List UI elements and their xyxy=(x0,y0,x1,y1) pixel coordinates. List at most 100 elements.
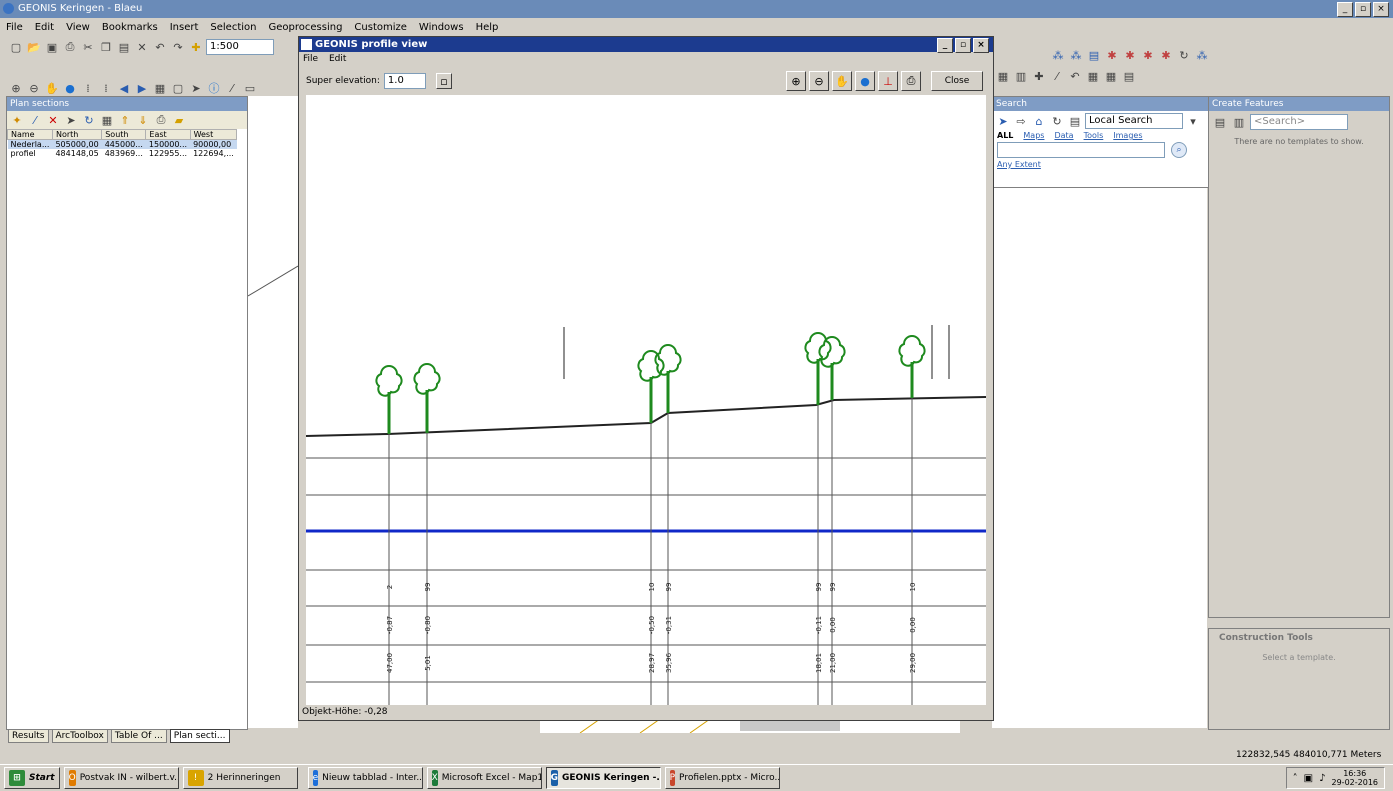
clock-date[interactable]: 29-02-2016 xyxy=(1332,778,1379,787)
editor-tool-icon[interactable]: ✱ xyxy=(1140,47,1156,63)
back-icon[interactable]: ➤ xyxy=(995,113,1011,129)
col-name[interactable]: Name xyxy=(7,129,53,140)
editor-tool-icon[interactable]: ⁂ xyxy=(1068,47,1084,63)
menu-insert[interactable]: Insert xyxy=(164,22,205,33)
axis-icon[interactable]: ⊥ xyxy=(878,71,898,91)
editor-tool-icon[interactable]: ⁂ xyxy=(1194,47,1210,63)
map-view-right[interactable] xyxy=(992,185,1207,728)
close-dialog-button[interactable]: Close xyxy=(931,71,983,91)
col-west[interactable]: West xyxy=(189,129,238,140)
menu-edit[interactable]: Edit xyxy=(29,22,60,33)
filter-images[interactable]: Images xyxy=(1113,131,1142,140)
open-icon[interactable]: 📂 xyxy=(26,39,42,55)
task-outlook[interactable]: O Postvak IN - wilbert.v... xyxy=(63,767,179,789)
super-elevation-input[interactable]: 1.0 xyxy=(383,73,426,89)
menu-windows[interactable]: Windows xyxy=(413,22,470,33)
full-extent-icon[interactable]: ● xyxy=(62,80,78,96)
minimize-button[interactable]: _ xyxy=(1337,2,1353,17)
filter-tools[interactable]: Tools xyxy=(1084,131,1104,140)
paste-icon[interactable]: ▤ xyxy=(116,39,132,55)
zoom-in-icon[interactable]: ⊕ xyxy=(8,80,24,96)
refresh-icon[interactable]: ↻ xyxy=(81,112,97,128)
editor-tool-icon[interactable]: ⁂ xyxy=(1050,47,1066,63)
apply-elevation-button[interactable]: ▫ xyxy=(435,73,452,89)
filter-maps[interactable]: Maps xyxy=(1023,131,1044,140)
undo-icon[interactable]: ↶ xyxy=(152,39,168,55)
zoom-out-icon[interactable]: ⊖ xyxy=(26,80,42,96)
new-section-icon[interactable]: ✦ xyxy=(9,112,25,128)
editor-tool-icon[interactable]: ↻ xyxy=(1176,47,1192,63)
forward-icon[interactable]: ▶ xyxy=(134,80,150,96)
delete-icon[interactable]: ✕ xyxy=(134,39,150,55)
refresh-icon[interactable]: ↻ xyxy=(1049,113,1065,129)
editor-tool-icon[interactable]: ✱ xyxy=(1158,47,1174,63)
save-icon[interactable]: ▣ xyxy=(44,39,60,55)
editor-tool-icon[interactable]: ✱ xyxy=(1104,47,1120,63)
clock-time[interactable]: 16:36 xyxy=(1332,769,1379,778)
menu-selection[interactable]: Selection xyxy=(204,22,262,33)
scale-field[interactable]: 1:500 xyxy=(206,39,274,55)
tab-table-of-contents[interactable]: Table Of ... xyxy=(110,729,167,743)
dialog-menu-file[interactable]: File xyxy=(303,54,318,64)
pan-icon[interactable]: ✋ xyxy=(832,71,852,91)
print-icon[interactable]: ⎙ xyxy=(901,71,921,91)
search-input[interactable] xyxy=(997,142,1165,158)
forward-icon[interactable]: ⇨ xyxy=(1013,113,1029,129)
table-row[interactable]: Nederla... 505000,00 445000... 150000...… xyxy=(7,139,237,149)
fixed-zoom-out-icon[interactable]: ⁞ xyxy=(98,80,114,96)
home-icon[interactable]: ⌂ xyxy=(1031,113,1047,129)
dialog-close-icon[interactable]: × xyxy=(973,38,989,53)
zoom-in-icon[interactable]: ⊕ xyxy=(786,71,806,91)
menu-help[interactable]: Help xyxy=(470,22,505,33)
close-button[interactable]: × xyxy=(1373,2,1389,17)
draw-tool-icon[interactable]: ↶ xyxy=(1067,68,1083,84)
select-elements-icon[interactable]: ➤ xyxy=(188,80,204,96)
cut-icon[interactable]: ✂ xyxy=(80,39,96,55)
copy-icon[interactable]: ❐ xyxy=(98,39,114,55)
folder-icon[interactable]: ▰ xyxy=(171,112,187,128)
draw-tool-icon[interactable]: ▤ xyxy=(1121,68,1137,84)
fixed-zoom-in-icon[interactable]: ⁞ xyxy=(80,80,96,96)
clear-selection-icon[interactable]: ▢ xyxy=(170,80,186,96)
dialog-minimize-button[interactable]: _ xyxy=(937,38,953,53)
redo-icon[interactable]: ↷ xyxy=(170,39,186,55)
task-internet-explorer[interactable]: e Nieuw tabblad - Inter... xyxy=(307,767,423,789)
draw-tool-icon[interactable]: ▦ xyxy=(995,68,1011,84)
measure-icon[interactable]: ⁄ xyxy=(224,80,240,96)
full-extent-icon[interactable]: ● xyxy=(855,71,875,91)
dialog-menu-edit[interactable]: Edit xyxy=(329,54,346,64)
search-mode-select[interactable]: Local Search xyxy=(1085,113,1183,129)
filter-all[interactable]: ALL xyxy=(997,131,1013,140)
draw-tool-icon[interactable]: ▦ xyxy=(1103,68,1119,84)
dialog-maximize-button[interactable]: ▫ xyxy=(955,38,971,53)
pan-icon[interactable]: ✋ xyxy=(44,80,60,96)
zoom-out-icon[interactable]: ⊖ xyxy=(809,71,829,91)
chevron-down-icon[interactable]: ▾ xyxy=(1185,113,1201,129)
select-features-icon[interactable]: ▦ xyxy=(152,80,168,96)
back-icon[interactable]: ◀ xyxy=(116,80,132,96)
tab-arctoolbox[interactable]: ArcToolbox xyxy=(51,729,108,743)
editor-tool-icon[interactable]: ✱ xyxy=(1122,47,1138,63)
col-north[interactable]: North xyxy=(51,129,103,140)
task-geonis[interactable]: G GEONIS Keringen -... xyxy=(545,767,661,789)
draw-tool-icon[interactable]: ▦ xyxy=(1085,68,1101,84)
task-excel[interactable]: X Microsoft Excel - Map1 xyxy=(426,767,542,789)
filter-data[interactable]: Data xyxy=(1054,131,1073,140)
delete-section-icon[interactable]: ✕ xyxy=(45,112,61,128)
maximize-button[interactable]: ▫ xyxy=(1355,2,1371,17)
tab-results[interactable]: Results xyxy=(8,729,49,743)
extent-select[interactable]: Any Extent xyxy=(993,160,1208,169)
move-down-icon[interactable]: ⇓ xyxy=(135,112,151,128)
draw-tool-icon[interactable]: ⁄ xyxy=(1049,68,1065,84)
start-button[interactable]: ⊞ Start xyxy=(4,767,60,789)
organize-templates-icon[interactable]: ▤ xyxy=(1212,114,1228,130)
move-up-icon[interactable]: ⇑ xyxy=(117,112,133,128)
menu-customize[interactable]: Customize xyxy=(348,22,413,33)
tray-arrow-icon[interactable]: ˄ xyxy=(1293,773,1298,784)
task-powerpoint[interactable]: P Profielen.pptx - Micro... xyxy=(664,767,780,789)
filter-icon[interactable]: ▥ xyxy=(1231,114,1247,130)
draw-section-icon[interactable]: ⁄ xyxy=(27,112,43,128)
editor-tool-icon[interactable]: ▤ xyxy=(1086,47,1102,63)
profile-canvas[interactable]: 2 -0,87 47,00 99 -0,80 5,01 10 -0,50 28,97 99 -0,3… xyxy=(306,95,986,705)
draw-tool-icon[interactable]: ✚ xyxy=(1031,68,1047,84)
